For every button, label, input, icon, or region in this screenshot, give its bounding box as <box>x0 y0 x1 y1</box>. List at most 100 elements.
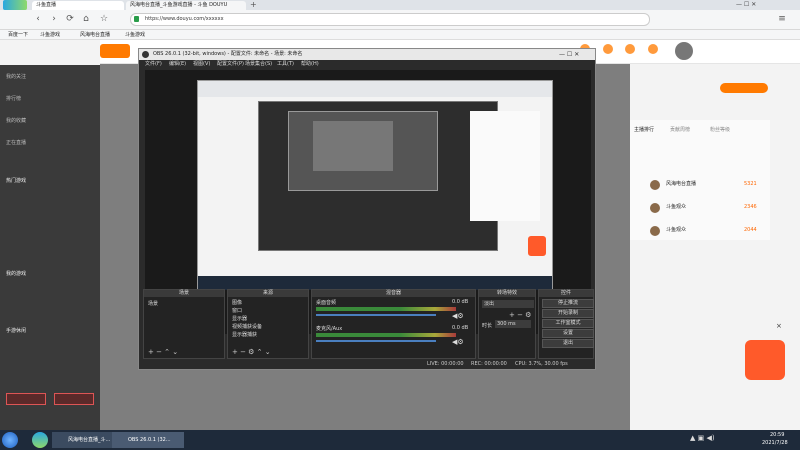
browser-tab-bar: 斗鱼直播 风海电台直播_斗鱼游戏直播 - 斗鱼 DOUYU + — ☐ ✕ <box>0 0 800 10</box>
bookmark-1[interactable]: 百度一下 <box>8 30 28 40</box>
controls-dock-title: 控件 <box>539 290 593 297</box>
recursive-screen-capture <box>197 80 553 290</box>
scenes-dock-title: 场景 <box>144 290 224 297</box>
sidebar-bottom-button-1[interactable] <box>6 393 46 405</box>
tray-icons[interactable]: ▲ ▣ ◀) <box>690 434 715 442</box>
exit-button[interactable]: 退出 <box>542 339 594 348</box>
tab-stream-room[interactable]: 风海电台直播_斗鱼游戏直播 - 斗鱼 DOUYU <box>126 1 246 10</box>
source-list-item[interactable]: 显示器捕获 <box>232 331 257 338</box>
site-sidebar: 我的关注 排行榜 我的收藏 正在直播 热门游戏 我的游戏 手游休闲 <box>0 65 100 430</box>
obs-title-bar: OBS 26.0.1 (32-bit, windows) - 配置文件: 未命名… <box>139 49 595 60</box>
transitions-dock-title: 转场特效 <box>479 290 535 297</box>
sidebar-bottom-button-2[interactable] <box>54 393 94 405</box>
pc-download-button[interactable] <box>720 83 768 93</box>
leaderboard-row[interactable]: 斗鱼观众 2044 <box>634 223 764 238</box>
speaker-icon[interactable]: ◀⚙ <box>452 312 464 320</box>
mixer-track-label: 桌面音频 <box>316 300 337 306</box>
menu-item-profile[interactable]: 配置文件(P) <box>217 60 244 69</box>
cpu-fps: CPU: 3.7%, 30.00 fps <box>515 361 568 367</box>
transitions-dock: 转场特效 淡出 + − ⚙ 时长 300 ms <box>478 289 536 359</box>
douyu-logo-icon[interactable] <box>100 44 130 58</box>
source-list-item[interactable]: 图像 <box>232 299 242 306</box>
sidebar-item-favorites[interactable]: 我的收藏 <box>6 117 26 124</box>
bookmark-4[interactable]: 斗鱼游戏 <box>125 30 145 40</box>
scenes-dock: 场景 场景 + − ⌃ ⌄ <box>143 289 225 359</box>
transition-select[interactable]: 淡出 <box>482 300 534 308</box>
settings-button[interactable]: 设置 <box>542 329 594 338</box>
source-list-item[interactable]: 显示器 <box>232 315 247 322</box>
leaderboard-row[interactable]: 风海电台直播 5321 <box>634 177 764 192</box>
taskbar: 风海电台直播_斗... OBS 26.0.1 (32... ▲ ▣ ◀) 20:… <box>0 430 800 450</box>
mixer-track-db: 0.0 dB <box>452 325 469 331</box>
speaker-icon[interactable]: ◀⚙ <box>452 338 464 346</box>
mixer-track-label: 麦克风/Aux <box>316 326 343 332</box>
menu-icon[interactable]: ≡ <box>776 13 788 25</box>
bookmarks-bar: 百度一下 斗鱼游戏 风海电台直播 斗鱼游戏 <box>0 30 800 40</box>
avatar[interactable] <box>675 42 693 60</box>
taskbar-item-obs[interactable]: OBS 26.0.1 (32... <box>112 432 184 448</box>
bookmark-2[interactable]: 斗鱼游戏 <box>40 30 60 40</box>
menu-item-help[interactable]: 帮助(H) <box>301 60 319 69</box>
leaderboard-tab-2[interactable]: 粉丝等级 <box>710 126 730 133</box>
mixer-dock-title: 混音器 <box>312 290 475 297</box>
live-timer: LIVE: 00:00:00 <box>427 361 464 367</box>
scenes-toolbar[interactable]: + − ⌃ ⌄ <box>148 348 178 356</box>
studio-mode-button[interactable]: 工作室模式 <box>542 319 594 328</box>
sidebar-section-2: 我的游戏 <box>6 271 27 277</box>
obs-menu-bar: 文件(F) 编辑(E) 视图(V) 配置文件(P) 场景集合(S) 工具(T) … <box>139 60 595 69</box>
mixer-volume-slider[interactable] <box>316 314 436 316</box>
sidebar-section-1: 热门游戏 <box>6 178 27 184</box>
rec-timer: REC: 00:00:00 <box>471 361 507 367</box>
sidebar-item-follow[interactable]: 我的关注 <box>6 73 26 80</box>
obs-logo-icon <box>142 51 149 58</box>
reload-icon[interactable]: ⟳ <box>64 13 76 25</box>
new-tab-button[interactable]: + <box>250 0 257 9</box>
duration-input[interactable]: 300 ms <box>495 320 531 328</box>
sources-toolbar[interactable]: + − ⚙ ⌃ ⌄ <box>232 348 271 356</box>
leaderboard-tab-0[interactable]: 主播排行 <box>634 126 654 133</box>
window-controls[interactable]: — ☐ ✕ <box>736 0 800 10</box>
clock-time[interactable]: 20:59 <box>770 432 784 438</box>
browser-logo-icon <box>3 0 27 10</box>
sources-dock-title: 来源 <box>228 290 308 297</box>
favorite-star-icon[interactable]: ☆ <box>98 13 110 25</box>
stop-streaming-button[interactable]: 停止推流 <box>542 299 594 308</box>
sidebar-item-live[interactable]: 正在直播 <box>6 139 26 146</box>
scene-list-item[interactable]: 场景 <box>148 300 158 307</box>
leaderboard-panel: 主播排行 贡献周榜 粉丝等级 风海电台直播 5321 斗鱼观众 2346 斗鱼观众 2… <box>630 120 770 240</box>
clock-date[interactable]: 2021/7/28 <box>762 440 788 446</box>
leaderboard-row[interactable]: 斗鱼观众 2346 <box>634 200 764 215</box>
mixer-track-db: 0.0 dB <box>452 299 469 305</box>
mixer-volume-slider[interactable] <box>316 340 436 342</box>
tab-douyu-home[interactable]: 斗鱼直播 <box>32 1 124 10</box>
menu-item-scene-collection[interactable]: 场景集合(S) <box>245 60 272 69</box>
mixer-dock: 混音器 桌面音频 0.0 dB 麦克风/Aux 0.0 dB ◀⚙ ◀⚙ <box>311 289 476 359</box>
menu-item-edit[interactable]: 编辑(E) <box>169 60 186 69</box>
source-list-item[interactable]: 窗口 <box>232 307 242 314</box>
duration-label: 时长 <box>482 323 493 329</box>
obs-window[interactable]: OBS 26.0.1 (32-bit, windows) - 配置文件: 未命名… <box>138 48 596 370</box>
controls-dock: 控件 停止推流 开始录制 工作室模式 设置 退出 <box>538 289 594 359</box>
menu-item-file[interactable]: 文件(F) <box>145 60 162 69</box>
mixer-meter <box>316 333 456 337</box>
obs-status-bar: LIVE: 00:00:00 REC: 00:00:00 CPU: 3.7%, … <box>139 360 595 369</box>
bookmark-3[interactable]: 风海电台直播 <box>80 30 110 40</box>
back-icon[interactable]: ‹ <box>32 13 44 25</box>
promo-badge[interactable] <box>745 340 785 380</box>
forward-icon[interactable]: › <box>48 13 60 25</box>
source-list-item[interactable]: 视频捕获设备 <box>232 323 262 330</box>
transition-add-remove[interactable]: + − ⚙ <box>509 311 531 319</box>
menu-item-view[interactable]: 视图(V) <box>193 60 210 69</box>
start-recording-button[interactable]: 开始录制 <box>542 309 594 318</box>
taskbar-browser-icon[interactable] <box>32 432 48 448</box>
leaderboard-tab-1[interactable]: 贡献周榜 <box>670 126 690 133</box>
sidebar-item-rank[interactable]: 排行榜 <box>6 95 21 102</box>
address-bar[interactable]: https://www.douyu.com/xxxxxx <box>130 13 650 26</box>
lock-icon <box>134 16 139 22</box>
obs-window-controls[interactable]: — ☐ ✕ <box>559 49 579 60</box>
sources-dock: 来源 图像 窗口 显示器 视频捕获设备 显示器捕获 + − ⚙ ⌃ ⌄ <box>227 289 309 359</box>
menu-item-tools[interactable]: 工具(T) <box>277 60 294 69</box>
close-icon[interactable]: × <box>776 322 782 330</box>
start-button[interactable] <box>2 432 18 448</box>
home-icon[interactable]: ⌂ <box>80 13 92 25</box>
